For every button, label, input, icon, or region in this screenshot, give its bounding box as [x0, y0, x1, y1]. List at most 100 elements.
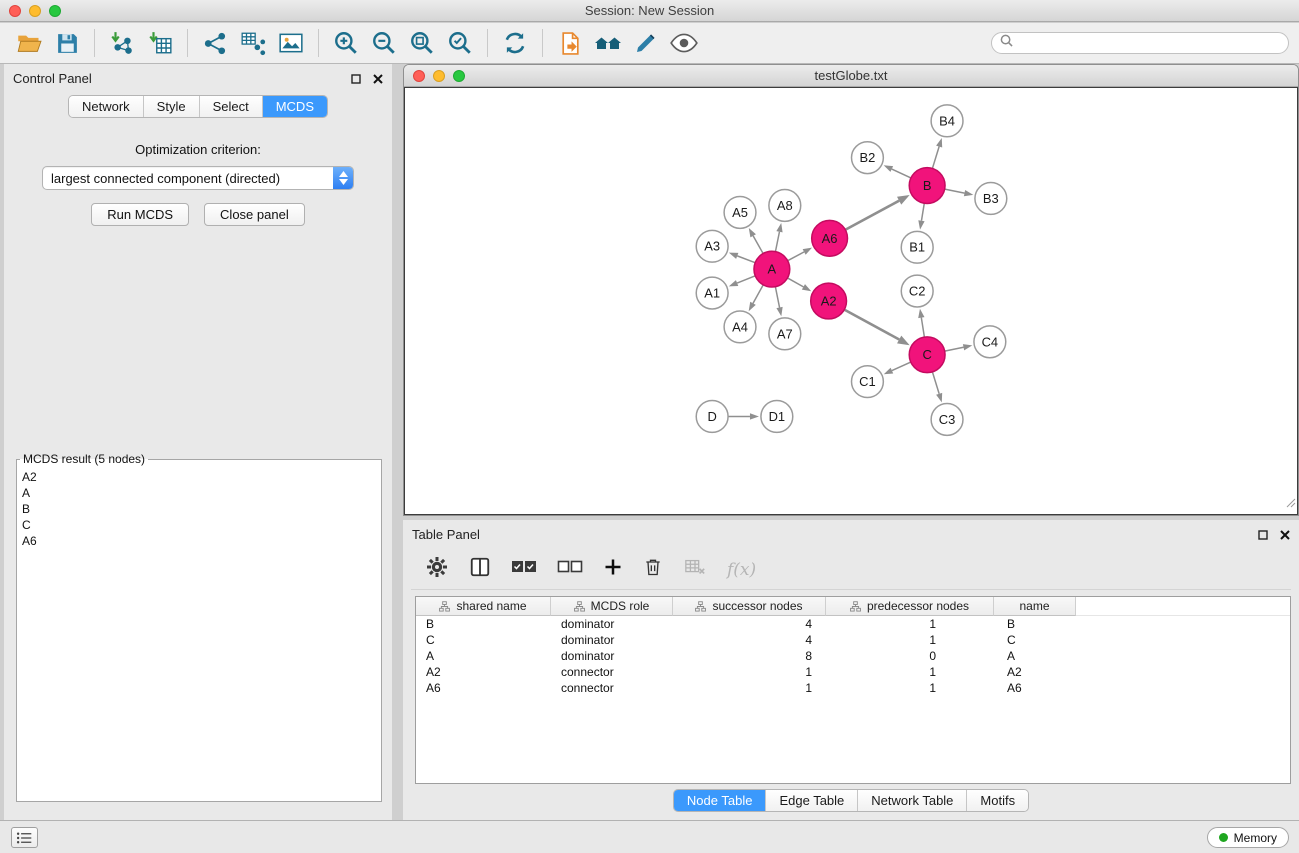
- table-row[interactable]: Adominator80A: [416, 648, 1290, 664]
- graph-edge[interactable]: [775, 287, 779, 308]
- zoom-in-icon[interactable]: [327, 26, 365, 60]
- network-canvas[interactable]: B4B2BB3A5A8A6A3B1AC2A1A2A4A7C4CC1DD1C3: [404, 87, 1298, 515]
- table-cell[interactable]: 1: [673, 665, 826, 679]
- zoom-selected-icon[interactable]: [441, 26, 479, 60]
- graph-node-A[interactable]: A: [754, 251, 790, 287]
- graph-edge[interactable]: [892, 169, 911, 178]
- mcds-result-item[interactable]: C: [17, 517, 381, 533]
- graph-node-A2[interactable]: A2: [811, 283, 847, 319]
- graph-node-B2[interactable]: B2: [851, 142, 883, 174]
- table-cell[interactable]: dominator: [551, 649, 673, 663]
- tab-network-table[interactable]: Network Table: [858, 790, 967, 811]
- graph-edge[interactable]: [737, 276, 755, 283]
- table-cell[interactable]: B: [416, 617, 551, 631]
- mcds-result-item[interactable]: B: [17, 501, 381, 517]
- zoom-fit-icon[interactable]: [403, 26, 441, 60]
- deselect-all-icon[interactable]: [557, 559, 583, 580]
- graph-node-B[interactable]: B: [909, 168, 945, 204]
- refresh-view-icon[interactable]: [496, 26, 534, 60]
- tab-node-table[interactable]: Node Table: [674, 790, 767, 811]
- column-header-shared-name[interactable]: shared name: [416, 597, 551, 616]
- table-cell[interactable]: dominator: [551, 617, 673, 631]
- graph-edge[interactable]: [945, 347, 964, 351]
- graph-node-B4[interactable]: B4: [931, 105, 963, 137]
- close-window-button[interactable]: [9, 5, 21, 17]
- graph-node-C3[interactable]: C3: [931, 404, 963, 436]
- table-cell[interactable]: connector: [551, 681, 673, 695]
- resize-grip-icon[interactable]: [1284, 495, 1296, 513]
- search-field[interactable]: [991, 32, 1289, 54]
- float-panel-icon[interactable]: [1258, 527, 1268, 545]
- graph-node-B3[interactable]: B3: [975, 183, 1007, 215]
- table-row[interactable]: Cdominator41C: [416, 632, 1290, 648]
- delete-column-trash-icon[interactable]: [643, 556, 663, 583]
- table-cell[interactable]: 4: [673, 633, 826, 647]
- table-cell[interactable]: C: [416, 633, 551, 647]
- graph-node-A4[interactable]: A4: [724, 311, 756, 343]
- graph-node-A8[interactable]: A8: [769, 190, 801, 222]
- table-cell[interactable]: C: [994, 633, 1076, 647]
- column-header-predecessor-nodes[interactable]: predecessor nodes: [826, 597, 994, 616]
- tab-network[interactable]: Network: [69, 96, 144, 117]
- settings-gear-icon[interactable]: [425, 555, 449, 584]
- search-input[interactable]: [1018, 36, 1280, 50]
- network-window-titlebar[interactable]: testGlobe.txt: [404, 65, 1298, 87]
- column-header-successor-nodes[interactable]: successor nodes: [673, 597, 826, 616]
- table-cell[interactable]: 0: [826, 649, 994, 663]
- mcds-result-item[interactable]: A6: [17, 533, 381, 549]
- graph-node-C2[interactable]: C2: [901, 275, 933, 307]
- tab-style[interactable]: Style: [144, 96, 200, 117]
- graph-node-A1[interactable]: A1: [696, 277, 728, 309]
- tab-mcds[interactable]: MCDS: [263, 96, 327, 117]
- column-header-name[interactable]: name: [994, 597, 1076, 616]
- network-zoom-button[interactable]: [453, 70, 465, 82]
- close-panel-button[interactable]: Close panel: [204, 203, 305, 226]
- table-cell[interactable]: A2: [416, 665, 551, 679]
- graph-node-B1[interactable]: B1: [901, 231, 933, 263]
- mcds-result-list[interactable]: A2ABCA6: [17, 469, 381, 549]
- table-cell[interactable]: 1: [826, 617, 994, 631]
- table-cell[interactable]: 8: [673, 649, 826, 663]
- mcds-result-item[interactable]: A2: [17, 469, 381, 485]
- export-image-icon[interactable]: [272, 26, 310, 60]
- table-cell[interactable]: 4: [673, 617, 826, 631]
- import-table-icon[interactable]: [141, 26, 179, 60]
- close-panel-icon[interactable]: [1280, 527, 1290, 545]
- tab-motifs[interactable]: Motifs: [967, 790, 1028, 811]
- graph-edge[interactable]: [932, 147, 939, 169]
- graph-edge[interactable]: [892, 362, 911, 370]
- graph-node-D1[interactable]: D1: [761, 401, 793, 433]
- tab-select[interactable]: Select: [200, 96, 263, 117]
- zoom-out-icon[interactable]: [365, 26, 403, 60]
- graph-edge[interactable]: [921, 318, 924, 337]
- table-cell[interactable]: dominator: [551, 633, 673, 647]
- graph-node-C4[interactable]: C4: [974, 326, 1006, 358]
- graph-edge[interactable]: [753, 236, 763, 254]
- export-network-icon[interactable]: [551, 26, 589, 60]
- network-tools-icon[interactable]: [196, 26, 234, 60]
- table-cell[interactable]: A: [994, 649, 1076, 663]
- import-network-icon[interactable]: [103, 26, 141, 60]
- memory-button[interactable]: Memory: [1207, 827, 1289, 848]
- save-session-icon[interactable]: [48, 26, 86, 60]
- table-cell[interactable]: connector: [551, 665, 673, 679]
- add-column-icon[interactable]: [603, 557, 623, 582]
- table-cell[interactable]: 1: [826, 633, 994, 647]
- graph-node-D[interactable]: D: [696, 401, 728, 433]
- graph-node-A7[interactable]: A7: [769, 318, 801, 350]
- table-row[interactable]: A6connector11A6: [416, 680, 1290, 696]
- network-table-icon[interactable]: [234, 26, 272, 60]
- table-cell[interactable]: A6: [416, 681, 551, 695]
- table-cell[interactable]: 1: [826, 665, 994, 679]
- table-cell[interactable]: A: [416, 649, 551, 663]
- graph-edge[interactable]: [753, 285, 763, 304]
- column-visibility-icon[interactable]: [469, 556, 491, 583]
- graph-node-A5[interactable]: A5: [724, 196, 756, 228]
- graph-node-A3[interactable]: A3: [696, 230, 728, 262]
- apply-style-icon[interactable]: [627, 26, 665, 60]
- graph-edge[interactable]: [932, 372, 939, 394]
- table-row[interactable]: Bdominator41B: [416, 616, 1290, 632]
- graph-edge[interactable]: [844, 310, 899, 340]
- graph-edge[interactable]: [788, 252, 804, 261]
- network-minimize-button[interactable]: [433, 70, 445, 82]
